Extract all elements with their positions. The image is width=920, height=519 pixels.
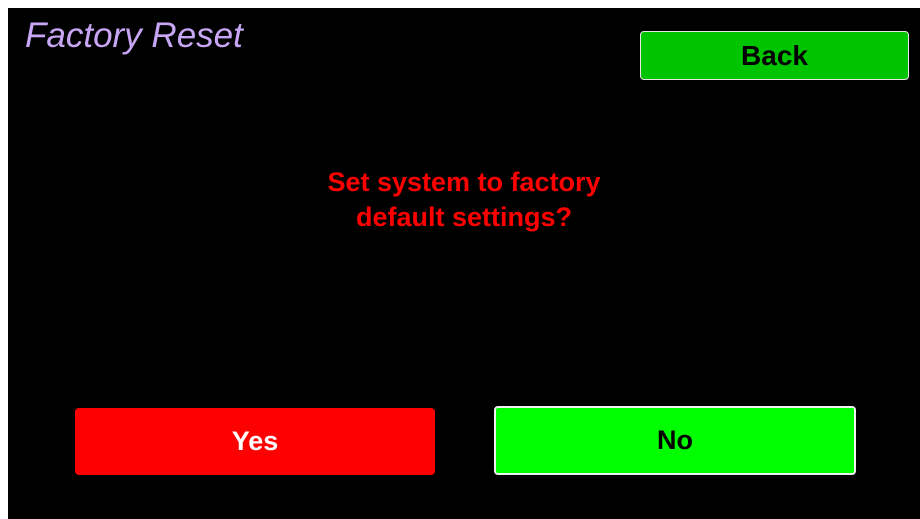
yes-button[interactable]: Yes [75,408,435,475]
confirmation-message-line-2: default settings? [355,202,572,232]
confirmation-message-line-1: Set system to factory [327,167,601,197]
back-button[interactable]: Back [640,31,909,80]
no-button[interactable]: No [494,406,856,475]
page-title: Factory Reset [25,16,243,55]
confirmation-message: Set system to factory default settings? [168,165,760,235]
factory-reset-screen: Factory Reset Back Set system to factory… [8,8,920,519]
